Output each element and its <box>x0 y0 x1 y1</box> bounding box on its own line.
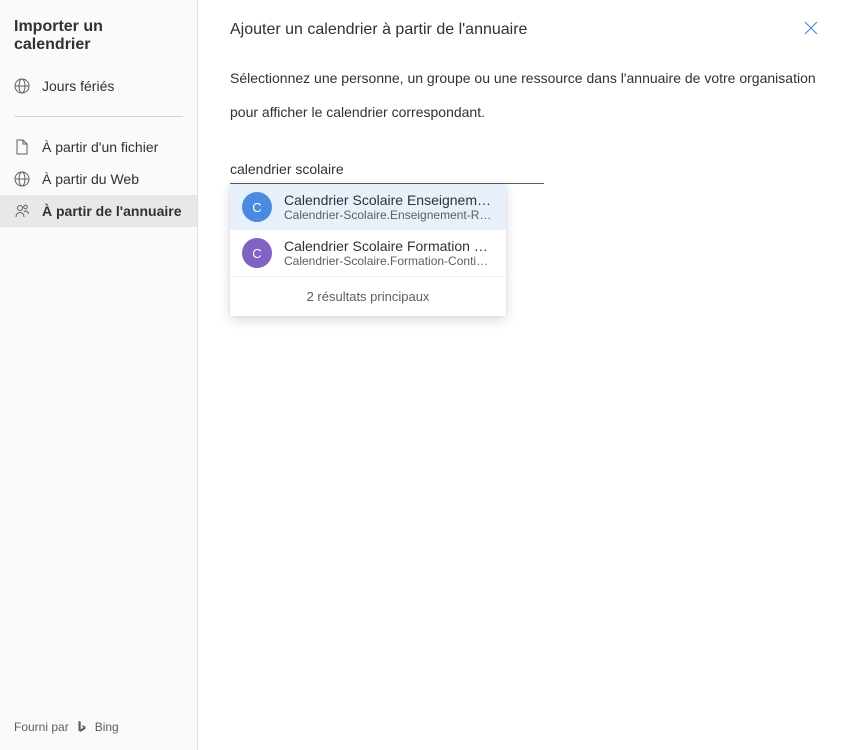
close-button[interactable] <box>801 20 821 40</box>
dropdown-item-name: Calendrier Scolaire Formation Continue <box>284 238 494 254</box>
file-icon <box>14 139 30 155</box>
close-icon <box>803 20 819 41</box>
dropdown-item-email: Calendrier-Scolaire.Formation-Continue@c… <box>284 254 494 268</box>
sidebar-item-label: Jours fériés <box>42 78 114 94</box>
provider-label: Bing <box>95 720 119 734</box>
dropdown-text: Calendrier Scolaire Enseignement Reg… Ca… <box>284 192 494 222</box>
dropdown-results-count: 2 résultats principaux <box>230 276 506 316</box>
main-content: Ajouter un calendrier à partir de l'annu… <box>198 0 853 750</box>
dropdown-item[interactable]: C Calendrier Scolaire Formation Continue… <box>230 230 506 276</box>
globe-icon <box>14 171 30 187</box>
avatar: C <box>242 238 272 268</box>
people-icon <box>14 203 30 219</box>
sidebar-title: Importer un calendrier <box>0 0 197 66</box>
sidebar-item-from-web[interactable]: À partir du Web <box>0 163 197 195</box>
sidebar-item-label: À partir de l'annuaire <box>42 203 181 219</box>
main-header: Ajouter un calendrier à partir de l'annu… <box>230 20 821 40</box>
page-title: Ajouter un calendrier à partir de l'annu… <box>230 21 527 39</box>
page-description: Sélectionnez une personne, un groupe ou … <box>230 62 821 129</box>
divider <box>14 116 183 117</box>
dropdown-item-name: Calendrier Scolaire Enseignement Reg… <box>284 192 494 208</box>
contact-search-wrapper: C Calendrier Scolaire Enseignement Reg… … <box>230 157 544 184</box>
sidebar-section-import: À partir d'un fichier À partir du Web <box>0 127 197 231</box>
dropdown-item[interactable]: C Calendrier Scolaire Enseignement Reg… … <box>230 184 506 230</box>
sidebar-item-holidays[interactable]: Jours fériés <box>0 70 197 102</box>
sidebar-item-from-directory[interactable]: À partir de l'annuaire <box>0 195 197 227</box>
search-results-dropdown: C Calendrier Scolaire Enseignement Reg… … <box>230 184 506 316</box>
sidebar-item-label: À partir d'un fichier <box>42 139 158 155</box>
bing-icon <box>75 720 89 734</box>
globe-icon <box>14 78 30 94</box>
sidebar-item-label: À partir du Web <box>42 171 139 187</box>
powered-by-label: Fourni par <box>14 720 69 734</box>
avatar: C <box>242 192 272 222</box>
dropdown-item-email: Calendrier-Scolaire.Enseignement-Regulie… <box>284 208 494 222</box>
sidebar-footer: Fourni par Bing <box>0 706 197 750</box>
dropdown-text: Calendrier Scolaire Formation Continue C… <box>284 238 494 268</box>
sidebar-section-holidays: Jours fériés <box>0 66 197 106</box>
sidebar: Importer un calendrier Jours fériés À p <box>0 0 198 750</box>
contact-search-input[interactable] <box>230 157 544 184</box>
sidebar-item-from-file[interactable]: À partir d'un fichier <box>0 131 197 163</box>
